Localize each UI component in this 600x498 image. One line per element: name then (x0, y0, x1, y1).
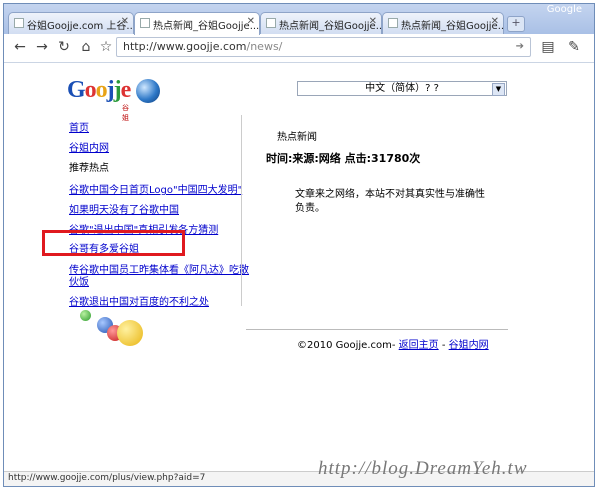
footer: ©2010 Goojje.com- 返回主页 - 谷姐内网 (297, 336, 489, 351)
browser-window: 谷姐Goojje.com 上谷... ✕ 热点新闻_谷姐Goojje.... ✕… (3, 3, 595, 487)
url-path: /news/ (246, 40, 283, 53)
footer-separator: - (441, 340, 446, 351)
sidebar-link-news[interactable]: 谷歌中国今日首页Logo"中国四大发明" (69, 181, 242, 196)
chevron-down-icon[interactable]: ▼ (492, 83, 505, 96)
yellow-ball-icon (117, 320, 143, 346)
footer-link-home[interactable]: 返回主页 (399, 340, 439, 351)
favicon-icon (266, 18, 276, 28)
tab-1[interactable]: 谷姐Goojje.com 上谷... ✕ (8, 12, 134, 34)
tab-2[interactable]: 热点新闻_谷姐Goojje.... ✕ (134, 12, 260, 35)
tab-strip: 谷姐Goojje.com 上谷... ✕ 热点新闻_谷姐Goojje.... ✕… (4, 4, 594, 35)
favicon-icon (140, 18, 150, 28)
language-selected: 中文（简体）? ? (365, 83, 439, 94)
blog-watermark: http://blog.DreamYeh.tw (318, 458, 528, 479)
sidebar-link-news[interactable]: 如果明天没有了谷歌中国 (69, 201, 179, 216)
favicon-icon (388, 18, 398, 28)
go-arrow-icon[interactable]: ➔ (516, 38, 524, 56)
close-tab-icon[interactable]: ✕ (247, 16, 255, 27)
page-title: 热点新闻 (277, 132, 317, 143)
home-icon[interactable]: ⌂ (78, 39, 94, 55)
toolbar: ← → ↻ ⌂ ☆ http://www.goojje.com/news/ ➔ … (4, 34, 594, 63)
page-menu-icon[interactable]: ▤ (540, 39, 556, 55)
sidebar-link-news-cont[interactable]: 伙饭 (69, 273, 89, 288)
footer-link-intranet[interactable]: 谷姐内网 (449, 340, 489, 351)
globe-logo-icon (136, 79, 160, 103)
page-content: Goojje 谷姐 中文（简体）? ? ▼ 首页 谷姐内网 推荐热点 谷歌中国今… (4, 63, 594, 471)
footer-copyright: ©2010 Goojje.com- (297, 340, 396, 351)
highlight-box (42, 230, 185, 256)
close-tab-icon[interactable]: ✕ (121, 16, 129, 27)
tab-label: 热点新闻_谷姐Goojje.... (279, 21, 382, 32)
status-url: http://www.goojje.com/plus/view.php?aid=… (8, 473, 206, 483)
tab-3[interactable]: 热点新闻_谷姐Goojje.... ✕ (260, 12, 382, 34)
sidebar-link-home[interactable]: 首页 (69, 119, 89, 134)
browser-brand: Google (546, 4, 582, 15)
forward-arrow-icon[interactable]: → (34, 39, 50, 55)
tab-label: 热点新闻_谷姐Goojje.... (401, 21, 504, 32)
bookmark-star-icon[interactable]: ☆ (98, 39, 114, 55)
close-tab-icon[interactable]: ✕ (491, 16, 499, 27)
new-tab-button[interactable]: + (507, 16, 525, 32)
article-body: 文章来之网络，本站不对其真实性与准确性负责。 (295, 189, 485, 214)
tab-label: 热点新闻_谷姐Goojje.... (153, 21, 260, 32)
article-meta: 时间:来源:网络 点击:31780次 (266, 152, 421, 165)
footer-divider (246, 329, 508, 330)
sidebar-link-news[interactable]: 传谷歌中国员工昨集体看《阿凡达》吃散 (69, 261, 249, 276)
tab-4[interactable]: 热点新闻_谷姐Goojje.... ✕ (382, 12, 504, 34)
green-ball-icon (80, 310, 91, 321)
tab-label: 谷姐Goojje.com 上谷... (27, 21, 134, 32)
back-arrow-icon[interactable]: ← (12, 39, 28, 55)
url-host: http://www.goojje.com (123, 40, 247, 53)
logo-tag: 谷姐 (122, 104, 129, 122)
language-select[interactable]: 中文（简体）? ? ▼ (297, 81, 507, 96)
sidebar-link-news[interactable]: 谷歌退出中国对百度的不利之处 (69, 293, 209, 308)
close-tab-icon[interactable]: ✕ (369, 16, 377, 27)
wrench-menu-icon[interactable]: ✎ (566, 39, 582, 55)
column-divider (241, 115, 242, 306)
sidebar-heading-hot: 推荐热点 (69, 163, 109, 174)
sidebar-link-intranet[interactable]: 谷姐内网 (69, 139, 109, 154)
goojje-logo: Goojje 谷姐 (67, 77, 131, 122)
address-bar[interactable]: http://www.goojje.com/news/ ➔ (116, 37, 531, 57)
reload-icon[interactable]: ↻ (56, 39, 72, 55)
favicon-icon (14, 18, 24, 28)
